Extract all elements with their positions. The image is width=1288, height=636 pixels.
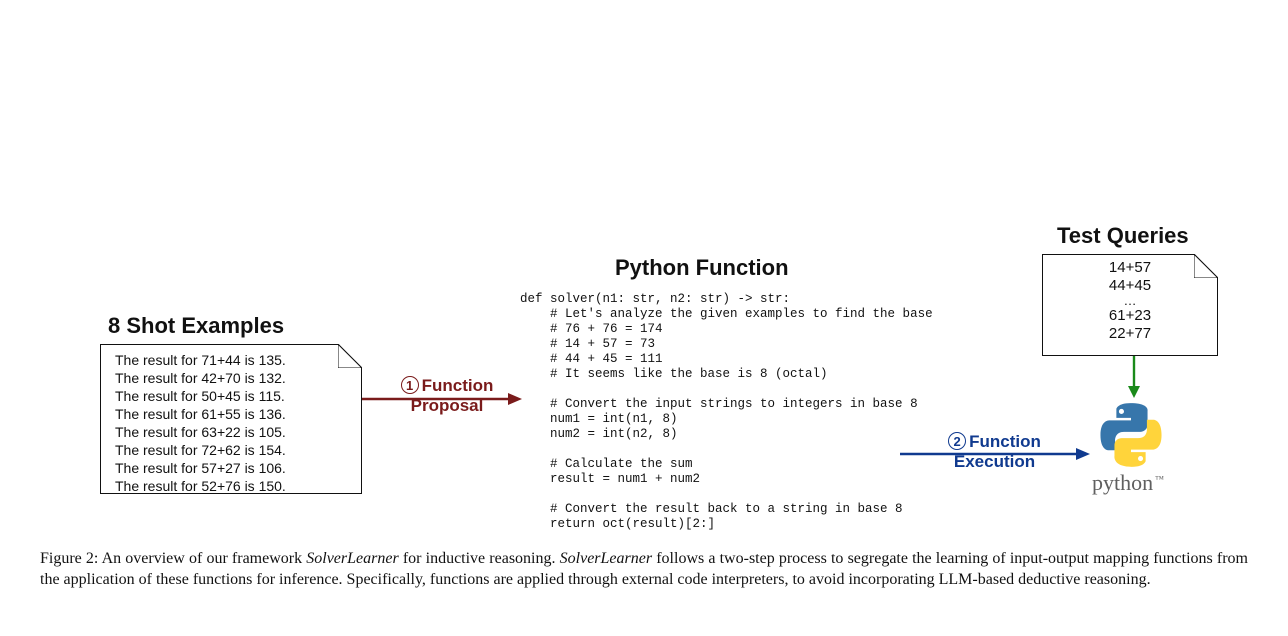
example-row: The result for 52+76 is 150. [115,477,351,495]
example-row: The result for 57+27 is 106. [115,459,351,477]
trademark-symbol: ™ [1155,474,1164,484]
step-number-2: 2 [948,432,966,450]
heading-python-function: Python Function [615,255,789,281]
figure-caption: Figure 2: An overview of our framework S… [40,548,1248,590]
example-row: The result for 71+44 is 135. [115,351,351,369]
query-row: 22+77 [1043,325,1217,343]
step2-top: Function [969,432,1041,451]
python-wordmark: python™ [1092,470,1164,496]
caption-text-2: for inductive reasoning. [399,550,560,567]
caption-text-1: An overview of our framework [98,550,306,567]
label-function-proposal: 1Function Proposal [382,376,512,416]
caption-solverlearner-2: SolverLearner [560,550,652,567]
query-row: 14+57 [1043,259,1217,277]
query-ellipsis: … [1043,295,1217,307]
heading-test-queries: Test Queries [1057,223,1189,249]
heading-8shot: 8 Shot Examples [108,313,284,339]
example-row: The result for 63+22 is 105. [115,423,351,441]
example-row: The result for 61+55 is 136. [115,405,351,423]
example-row: The result for 72+62 is 154. [115,441,351,459]
example-row: The result for 50+45 is 115. [115,387,351,405]
label-function-execution: 2Function Execution [922,432,1067,472]
python-logo-icon [1096,400,1166,470]
python-code-block: def solver(n1: str, n2: str) -> str: # L… [520,292,940,532]
queries-note: 14+57 44+45 … 61+23 22+77 [1042,254,1218,356]
step-number-1: 1 [401,376,419,394]
caption-lead: Figure 2: [40,550,98,567]
query-row: 61+23 [1043,307,1217,325]
step2-bottom: Execution [954,452,1035,471]
example-row: The result for 42+70 is 132. [115,369,351,387]
arrow-down-icon [1126,356,1142,398]
python-word: python [1092,470,1153,495]
step1-top: Function [422,376,494,395]
step1-bottom: Proposal [411,396,484,415]
examples-note: The result for 71+44 is 135. The result … [100,344,362,494]
caption-solverlearner-1: SolverLearner [306,550,398,567]
